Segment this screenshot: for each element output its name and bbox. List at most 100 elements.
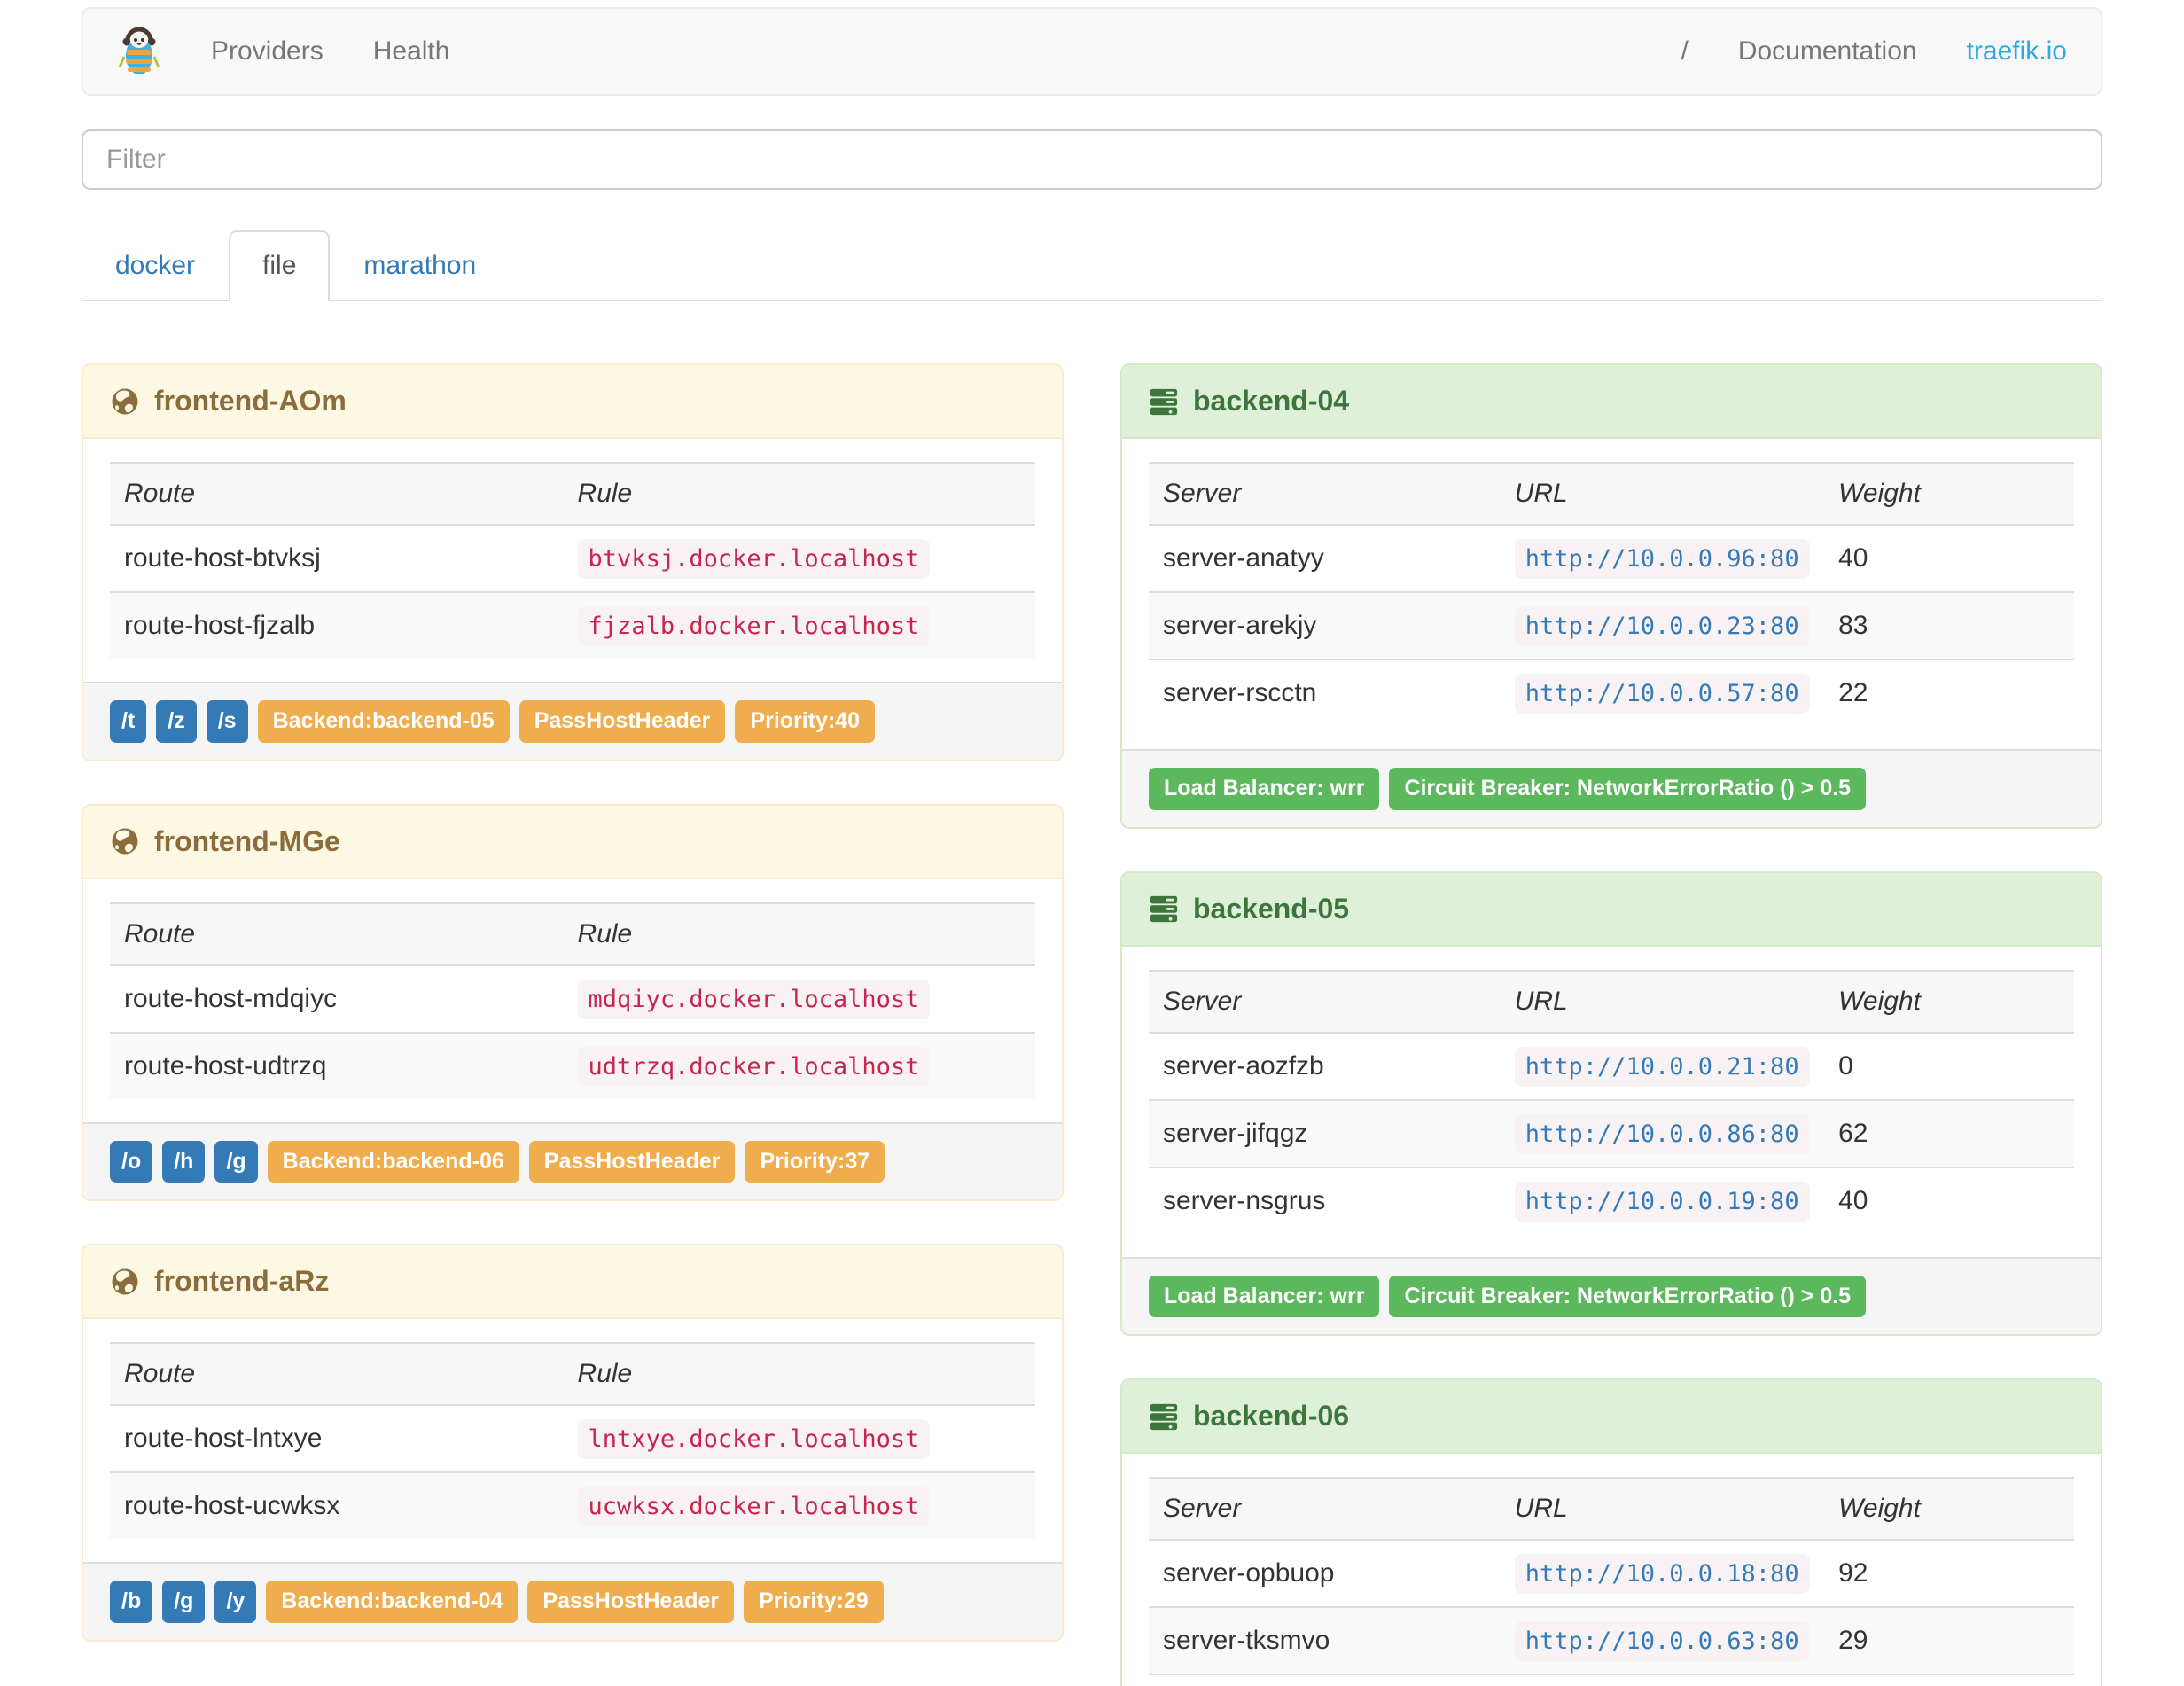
server-name: server-tksmvo (1149, 1606, 1501, 1674)
server-weight: 62 (1824, 1098, 2074, 1167)
nav-documentation-link[interactable]: Documentation (1738, 36, 1917, 66)
path-badge: /o (110, 1140, 153, 1183)
column-header-route: Route (110, 902, 564, 966)
column-header-rule: Rule (563, 1342, 1035, 1406)
frontend-card-body: Route Rule route-host-btvksj btvksj.dock… (83, 439, 1062, 682)
server-url: http://10.0.0.23:80 (1514, 606, 1810, 646)
frontend-tag-badge: PassHostHeader (527, 1581, 735, 1623)
tab-docker[interactable]: docker (82, 230, 229, 301)
column-header-weight: Weight (1824, 969, 2074, 1034)
servers-table: Server URL Weight server-aozfzb http://1… (1149, 969, 2074, 1234)
traefik-logo-icon[interactable] (117, 27, 161, 76)
route-name: route-host-ucwksx (110, 1471, 564, 1539)
nav-health-link[interactable]: Health (373, 36, 450, 66)
column-header-url: URL (1500, 1477, 1825, 1541)
rule-value: mdqiyc.docker.localhost (577, 979, 931, 1019)
path-badge: /s (206, 700, 248, 743)
frontend-card-header: frontend-MGe (83, 805, 1062, 879)
server-weight: 0 (1838, 1050, 1853, 1081)
routes-table: Route Rule route-host-btvksj btvksj.dock… (110, 462, 1035, 659)
frontend-card-header: frontend-aRz (83, 1245, 1062, 1319)
backend-card: backend-04 Server URL Weight server-anat… (1120, 363, 2102, 829)
server-row: server-jifqgz http://10.0.0.86:80 62 (1149, 1098, 2074, 1167)
column-header-rule: Rule (563, 902, 1035, 966)
frontend-tag-badge: Priority:40 (735, 700, 876, 743)
nav-slash: / (1681, 36, 1689, 66)
server-row: server-opbuop http://10.0.0.18:80 92 (1149, 1540, 2074, 1607)
route-name: route-host-btvksj (124, 543, 321, 573)
navbar-left: Providers Health (117, 27, 449, 76)
server-url: http://10.0.0.21:80 (1514, 1046, 1810, 1087)
route-name: route-host-mdqiyc (124, 983, 338, 1013)
backend-title: backend-05 (1193, 892, 1350, 925)
server-name: server-opbuop (1163, 1558, 1335, 1588)
path-badge: /y (214, 1581, 257, 1623)
route-name: route-host-fjzalb (110, 591, 564, 659)
backend-tag-badge: Circuit Breaker: NetworkErrorRatio () > … (1389, 1275, 1867, 1317)
tab-marathon[interactable]: marathon (330, 230, 510, 301)
servers-table: Server URL Weight server-anatyy http://1… (1149, 462, 2074, 726)
path-badge: /z (156, 700, 197, 743)
page: Providers Health / Documentation traefik… (82, 0, 2102, 1686)
server-url: http://10.0.0.86:80 (1514, 1113, 1810, 1154)
server-name: server-rscctn (1149, 659, 1501, 726)
server-name: server-anatyy (1163, 543, 1324, 573)
server-url: http://10.0.0.63:80 (1514, 1621, 1810, 1661)
backend-card-header: backend-04 (1122, 365, 2101, 439)
path-badge: /h (162, 1140, 206, 1183)
backend-title: backend-06 (1193, 1400, 1350, 1432)
column-header-route: Route (110, 1342, 564, 1406)
server-weight: 40 (1824, 1166, 2074, 1234)
backend-card: backend-05 Server URL Weight server-aozf… (1120, 870, 2102, 1336)
server-url: http://10.0.0.19:80 (1514, 1181, 1810, 1222)
route-row: route-host-mdqiyc mdqiyc.docker.localhos… (110, 965, 1035, 1033)
frontend-card-footer: /b/g/y Backend:backend-04 PassHostHeader Pr… (83, 1562, 1062, 1640)
servers-table: Server URL Weight server-opbuop http://1… (1149, 1477, 2074, 1686)
server-name: server-arekjy (1149, 591, 1501, 660)
backend-card-body: Server URL Weight server-opbuop http://1… (1122, 1454, 2101, 1686)
frontend-card: frontend-aRz Route Rule route-host-lntxy… (82, 1244, 1064, 1642)
backend-tag-badge: Circuit Breaker: NetworkErrorRatio () > … (1389, 768, 1867, 810)
path-badge: /b (110, 1581, 153, 1623)
server-url: http://10.0.0.18:80 (1514, 1554, 1810, 1594)
backend-title: backend-04 (1193, 385, 1350, 417)
server-row: server-nsgrus http://10.0.0.19:80 40 (1149, 1166, 2074, 1234)
path-badge: /t (110, 700, 147, 743)
server-weight: 83 (1824, 591, 2074, 660)
column-header-weight: Weight (1824, 1477, 2074, 1541)
frontend-card-body: Route Rule route-host-mdqiyc mdqiyc.dock… (83, 879, 1062, 1122)
rule-value: btvksj.docker.localhost (577, 539, 931, 579)
backend-card-header: backend-06 (1122, 1380, 2101, 1454)
route-name: route-host-lntxye (124, 1424, 323, 1453)
server-name: server-aozfzb (1163, 1050, 1324, 1081)
nav-providers-link[interactable]: Providers (211, 36, 324, 66)
route-row: route-host-btvksj btvksj.docker.localhos… (110, 525, 1035, 592)
server-weight: 29 (1824, 1606, 2074, 1674)
column-header-url: URL (1500, 462, 1825, 526)
column-header-server: Server (1149, 969, 1501, 1034)
backend-card-header: backend-05 (1122, 872, 2101, 947)
filter-input[interactable] (82, 129, 2102, 190)
backend-card-footer: Load Balancer: wrr Circuit Breaker: Netwo… (1122, 1256, 2101, 1334)
column-header-weight: Weight (1824, 462, 2074, 526)
server-weight: 57 (1824, 1674, 2074, 1686)
frontend-title: frontend-MGe (154, 824, 340, 857)
server-weight: 40 (1838, 543, 1868, 573)
column-header-server: Server (1149, 1477, 1501, 1541)
server-row: server-updomo http://10.0.0.83:80 57 (1149, 1674, 2074, 1686)
backend-card-footer: Load Balancer: wrr Circuit Breaker: Netwo… (1122, 749, 2101, 827)
frontend-tag-badge: Priority:37 (745, 1140, 885, 1183)
nav-traefik-io-link[interactable]: traefik.io (1967, 36, 2067, 66)
route-row: route-host-udtrzq udtrzq.docker.localhos… (110, 1031, 1035, 1099)
globe-icon (110, 826, 140, 856)
server-stack-icon (1149, 386, 1179, 417)
frontend-tag-badge: Backend:backend-04 (266, 1581, 519, 1623)
frontend-card-footer: /t/z/s Backend:backend-05 PassHostHeader Pr… (83, 682, 1062, 760)
tab-file[interactable]: file (229, 230, 331, 301)
server-name: server-jifqgz (1149, 1098, 1501, 1167)
server-stack-icon (1149, 1401, 1179, 1432)
server-name: server-nsgrus (1149, 1166, 1501, 1234)
frontend-card-body: Route Rule route-host-lntxye lntxye.dock… (83, 1319, 1062, 1562)
server-row: server-aozfzb http://10.0.0.21:80 0 (1149, 1033, 2074, 1100)
route-row: route-host-fjzalb fjzalb.docker.localhos… (110, 591, 1035, 659)
